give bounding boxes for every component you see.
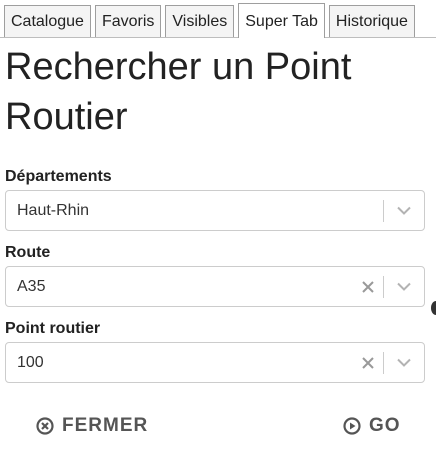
tab-visibles[interactable]: Visibles: [165, 5, 235, 37]
tab-catalogue[interactable]: Catalogue: [4, 5, 91, 37]
go-button[interactable]: GO: [343, 412, 401, 440]
edge-marker: [431, 301, 436, 315]
departements-select[interactable]: Haut-Rhin: [5, 190, 425, 231]
route-select[interactable]: A35: [5, 266, 425, 307]
departements-value: Haut-Rhin: [17, 201, 90, 219]
page-title: Rechercher un Point Routier: [5, 46, 352, 138]
close-icon[interactable]: [353, 343, 383, 382]
close-button-label: FERMER: [62, 415, 149, 436]
route-value: A35: [17, 277, 46, 295]
chevron-down-icon[interactable]: [384, 343, 424, 382]
search-road-point-panel: Catalogue Favoris Visibles Super Tab His…: [0, 0, 436, 450]
chevron-down-icon[interactable]: [384, 267, 424, 306]
route-label: Route: [5, 244, 51, 261]
close-circle-icon: [36, 417, 54, 435]
tab-bar: Catalogue Favoris Visibles Super Tab His…: [0, 0, 436, 38]
chevron-down-icon[interactable]: [384, 191, 424, 230]
play-circle-icon: [343, 417, 361, 435]
close-button[interactable]: FERMER: [36, 412, 148, 440]
tab-favoris[interactable]: Favoris: [94, 5, 162, 37]
point-routier-value: 100: [17, 353, 44, 371]
close-icon[interactable]: [353, 267, 383, 306]
go-button-label: GO: [369, 415, 401, 436]
departements-label: Départements: [5, 168, 112, 185]
tab-historique[interactable]: Historique: [328, 5, 415, 37]
point-routier-select[interactable]: 100: [5, 342, 425, 383]
point-routier-label: Point routier: [5, 320, 101, 337]
tab-super-tab[interactable]: Super Tab: [238, 3, 325, 38]
